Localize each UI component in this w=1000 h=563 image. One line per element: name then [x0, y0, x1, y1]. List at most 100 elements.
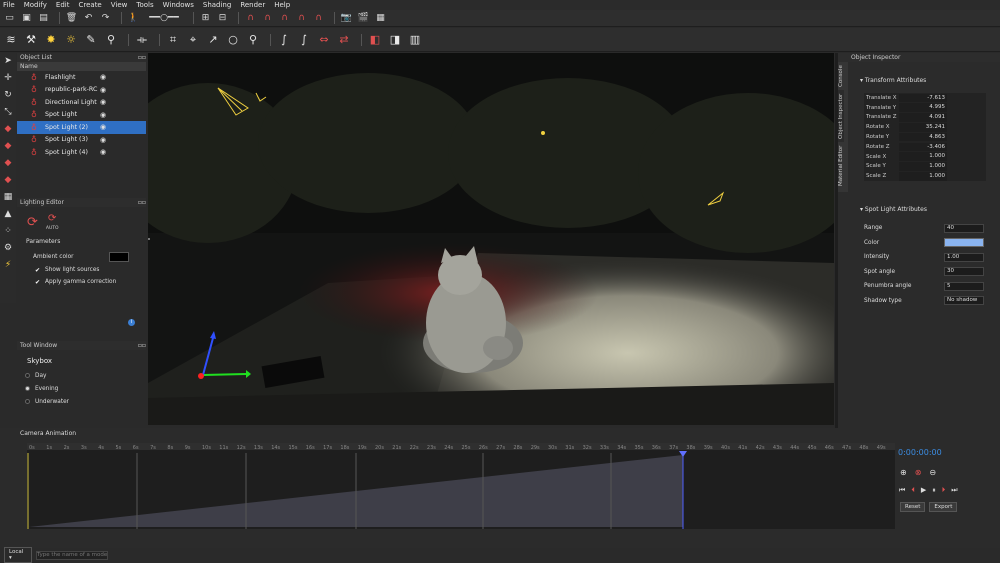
visibility-eye-icon[interactable]: ◉ [100, 123, 106, 131]
object-list-item[interactable]: ♁ republic-park-RC ◉ [17, 84, 146, 97]
visibility-eye-icon[interactable]: ◉ [100, 136, 106, 144]
node-edit-icon[interactable]: ⌖ [185, 32, 201, 48]
timeline[interactable]: 0s 1s 2s 3s 4s 5s 6s 7s 8s 9s 10s 11s 12s 13s 14s 15s 16… [27, 443, 895, 529]
grid-icon[interactable]: ▦ [374, 12, 387, 24]
rotate-icon[interactable]: ↻ [2, 89, 15, 101]
object-list-item[interactable]: ♁ Spot Light (2) ◉ [17, 121, 146, 134]
scale-icon[interactable]: ⤡ [2, 106, 15, 118]
spot-angle-spinbox[interactable]: 30 [944, 267, 984, 277]
sun-icon[interactable]: ☼ [63, 32, 79, 48]
shadow-type-select[interactable]: No shadow [944, 296, 984, 306]
visibility-eye-icon[interactable]: ◉ [100, 98, 106, 106]
skybox-option-underwater[interactable]: Underwater [17, 395, 146, 408]
light-bulb-icon[interactable]: ✸ [43, 32, 59, 48]
snap-grid-icon[interactable]: ⊟ [216, 12, 229, 24]
transform-value-field[interactable]: -3.406 [899, 142, 947, 152]
spot-light-attributes-header[interactable]: ▾ Spot Light Attributes [860, 206, 927, 213]
menu-help[interactable]: Help [274, 1, 290, 9]
tab-object-inspector[interactable]: Object Inspector [838, 90, 844, 142]
menu-tools[interactable]: Tools [136, 1, 153, 9]
remove-all-keyframes-icon[interactable]: ⊖ [929, 468, 936, 477]
edit-icon[interactable]: ▤ [37, 12, 50, 24]
transform-value-field[interactable]: 4.995 [899, 103, 947, 112]
object-list-item[interactable]: ♁ Flashlight ◉ [17, 71, 146, 84]
menu-create[interactable]: Create [78, 1, 101, 9]
play-icon[interactable]: ▶ [921, 486, 926, 495]
menu-edit[interactable]: Edit [56, 1, 70, 9]
select-cursor-icon[interactable]: ➤ [2, 55, 15, 67]
bezier-icon[interactable]: ∫ [276, 32, 292, 48]
remove-keyframe-icon[interactable]: ⊗ [915, 468, 922, 477]
menu-shading[interactable]: Shading [203, 1, 231, 9]
pause-icon[interactable]: ⏸ [932, 486, 936, 495]
transform-value-field[interactable]: 1.000 [899, 162, 947, 171]
apply-gamma-checkbox[interactable]: ✔ Apply gamma correction [17, 275, 146, 288]
move-icon[interactable]: ✛ [2, 72, 15, 84]
skip-start-icon[interactable]: ⏮ [899, 486, 905, 495]
penumbra-spinbox[interactable]: 5 [944, 281, 984, 291]
snap-magnet-icon[interactable]: ∩ [244, 12, 257, 24]
box-icon[interactable]: ◧ [367, 32, 383, 48]
camera-icon[interactable]: 📷 [340, 12, 353, 24]
gear-icon[interactable]: ⚙ [2, 242, 15, 254]
transform-attributes-header[interactable]: ▾ Transform Attributes [860, 77, 926, 84]
paint-icon[interactable]: ◆ [2, 123, 15, 135]
3d-viewport[interactable] [148, 53, 834, 425]
spray-icon[interactable]: ⚲ [103, 32, 119, 48]
timeline-graph[interactable]: 0s 1s 2s 3s 4s 5s 6s 7s 8s 9s 10s 11s 12s 13s 14s 15s 16… [27, 443, 895, 529]
circle-icon[interactable]: ○ [225, 32, 241, 48]
visibility-eye-icon[interactable]: ◉ [100, 86, 106, 94]
color-swatch[interactable] [944, 238, 984, 248]
bucket-icon[interactable]: ◆ [2, 140, 15, 152]
show-light-sources-checkbox[interactable]: ✔ Show light sources [17, 262, 146, 275]
visibility-eye-icon[interactable]: ◉ [100, 148, 106, 156]
object-list-item[interactable]: ♁ Spot Light ◉ [17, 109, 146, 122]
delete-icon[interactable]: 🗑 [65, 12, 78, 24]
curve-icon[interactable]: ↗ [205, 32, 221, 48]
reset-button[interactable]: Reset [900, 502, 926, 512]
slider-icon[interactable]: ━━○━━ [144, 12, 184, 24]
menu-view[interactable]: View [111, 1, 128, 9]
tab-console[interactable]: Console [838, 62, 844, 90]
flip-icon[interactable]: ⇄ [336, 32, 352, 48]
tab-material-editor[interactable]: Material Editor [838, 142, 844, 190]
intensity-spinbox[interactable]: 1.00 [944, 252, 984, 262]
transform-value-field[interactable]: 35.241 [899, 123, 947, 132]
split-icon[interactable]: ⟛ [134, 32, 150, 48]
snap-magnet4-icon[interactable]: ∩ [295, 12, 308, 24]
terrain-icon[interactable]: ▲ [2, 208, 15, 220]
transform-value-field[interactable]: -7.613 [899, 93, 947, 103]
align-icon[interactable]: ⊞ [199, 12, 212, 24]
clapper-icon[interactable]: 🎬 [357, 12, 370, 24]
auto-refresh-icon[interactable]: ⟳ AUTO [46, 214, 59, 233]
sheets-icon[interactable]: ▥ [407, 32, 423, 48]
dots-icon[interactable]: ⁘ [2, 225, 15, 237]
info-icon[interactable]: i [128, 319, 135, 326]
object-list-item[interactable]: ♁ Spot Light (3) ◉ [17, 134, 146, 147]
redo-icon[interactable]: ↷ [99, 12, 112, 24]
snap-magnet2-icon[interactable]: ∩ [261, 12, 274, 24]
hammer-icon[interactable]: ⚒ [23, 32, 39, 48]
add-keyframe-icon[interactable]: ⊕ [900, 468, 907, 477]
brush-icon[interactable]: ✎ [83, 32, 99, 48]
visibility-eye-icon[interactable]: ◉ [100, 73, 106, 81]
model-search-input[interactable] [36, 550, 108, 560]
menu-render[interactable]: Render [240, 1, 265, 9]
menu-file[interactable]: File [3, 1, 15, 9]
prev-key-icon[interactable]: ⏴ [911, 486, 915, 495]
range-spinbox[interactable]: 40 [944, 223, 984, 233]
object-list-item[interactable]: ♁ Spot Light (4) ◉ [17, 146, 146, 159]
export-button[interactable]: Export [929, 502, 958, 512]
transform-value-field[interactable]: 4.863 [899, 132, 947, 142]
layers-icon[interactable]: ≋ [3, 32, 19, 48]
new-file-icon[interactable]: ▭ [3, 12, 16, 24]
transform-value-field[interactable]: 1.000 [899, 172, 947, 181]
snap-magnet5-icon[interactable]: ∩ [312, 12, 325, 24]
erase-icon[interactable]: ◆ [2, 157, 15, 169]
skybox-option-day[interactable]: Day [17, 369, 146, 382]
menu-windows[interactable]: Windows [163, 1, 194, 9]
transform-value-field[interactable]: 4.091 [899, 113, 947, 122]
ambient-color-swatch[interactable] [109, 252, 129, 262]
visibility-eye-icon[interactable]: ◉ [100, 111, 106, 119]
skip-end-icon[interactable]: ⏭ [951, 486, 957, 495]
